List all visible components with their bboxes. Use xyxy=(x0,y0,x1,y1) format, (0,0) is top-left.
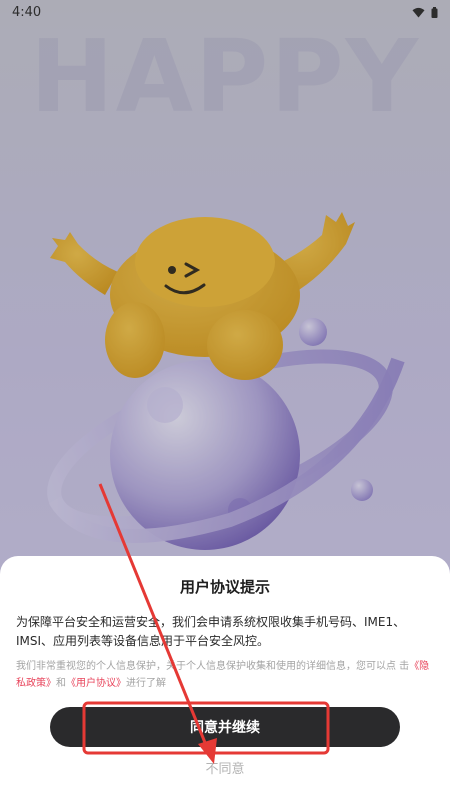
user-agreement-link[interactable]: 《用户协议》 xyxy=(66,678,126,689)
agree-and-continue-button[interactable]: 同意并继续 xyxy=(50,707,400,747)
status-time: 4:40 xyxy=(12,4,42,20)
battery-icon xyxy=(431,6,438,18)
dialog-body-text: 为保障平台安全和运营安全，我们会申请系统权限收集手机号码、IME1、IMSI、应… xyxy=(16,615,406,648)
privacy-note-prefix: 我们非常重视您的个人信息保护，关于个人信息保护收集和使用的详细信息，您可以点 击 xyxy=(16,661,410,672)
wifi-icon xyxy=(412,7,425,17)
privacy-note: 我们非常重视您的个人信息保护，关于个人信息保护收集和使用的详细信息，您可以点 击… xyxy=(16,658,434,692)
disagree-button[interactable]: 不同意 xyxy=(150,758,300,778)
dialog-title: 用户协议提示 xyxy=(179,578,270,596)
status-bar: 4:40 xyxy=(0,0,450,24)
user-agreement-dialog: 用户协议提示 为保障平台安全和运营安全，我们会申请系统权限收集手机号码、IME1… xyxy=(0,556,450,800)
status-icons xyxy=(412,6,438,18)
privacy-note-and: 和 xyxy=(56,678,66,689)
privacy-note-suffix: 进行了解 xyxy=(126,678,166,689)
